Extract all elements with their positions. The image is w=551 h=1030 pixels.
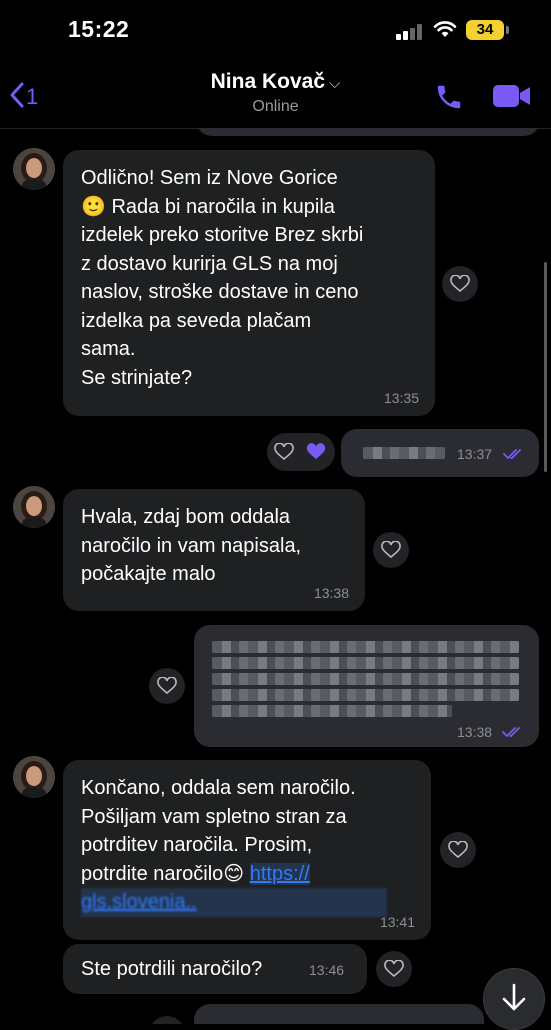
message-text: Končano, oddala sem naročilo. Pošiljam v…	[81, 774, 387, 917]
outgoing-message-partial	[194, 1004, 484, 1024]
heart-icon	[274, 443, 294, 461]
heart-icon	[450, 275, 470, 293]
chevron-down-icon: ⌵	[329, 75, 341, 92]
like-button[interactable]	[376, 951, 412, 987]
message-time: 13:35	[383, 390, 419, 406]
like-button[interactable]	[442, 266, 478, 302]
incoming-message[interactable]: Končano, oddala sem naročilo. Pošiljam v…	[63, 760, 431, 940]
avatar[interactable]	[13, 486, 55, 528]
message-time: 13:38	[313, 585, 349, 601]
phishing-link-cont[interactable]: gls.slovenia..	[81, 888, 387, 917]
cellular-signal-icon	[396, 24, 424, 40]
like-button[interactable]	[149, 1016, 185, 1024]
incoming-message[interactable]: Odlično! Sem iz Nove Gorice 🙂 Rada bi na…	[63, 150, 435, 416]
contact-status: Online	[252, 98, 299, 115]
avatar[interactable]	[13, 756, 55, 798]
battery-cap	[506, 26, 509, 34]
scroll-to-bottom-button[interactable]	[483, 968, 545, 1030]
incoming-message[interactable]: Hvala, zdaj bom oddala naročilo in vam n…	[63, 489, 365, 611]
status-time: 15:22	[68, 16, 130, 42]
contact-photo	[13, 756, 55, 798]
message-text: Hvala, zdaj bom oddala naročilo in vam n…	[81, 506, 302, 585]
like-button[interactable]	[440, 832, 476, 868]
message-time: 13:38	[457, 724, 493, 740]
double-check-icon	[502, 727, 520, 738]
message-time: 13:37	[457, 446, 493, 462]
wifi-icon	[433, 21, 457, 37]
contact-photo	[13, 148, 55, 190]
phone-icon[interactable]	[434, 82, 464, 112]
heart-icon	[448, 841, 468, 859]
message-bubble-partial	[196, 128, 540, 136]
status-bar: 15:22 34	[0, 0, 551, 58]
message-time: 13:41	[379, 914, 415, 930]
message-time: 13:46	[309, 962, 345, 978]
blurred-text	[212, 705, 452, 717]
message-list[interactable]: Odlično! Sem iz Nove Gorice 🙂 Rada bi na…	[0, 128, 551, 1024]
heart-icon	[384, 960, 404, 978]
message-text: Odlično! Sem iz Nove Gorice 🙂 Rada bi na…	[81, 167, 364, 389]
blurred-text	[212, 641, 519, 653]
contact-name[interactable]: Nina Kovač ⌵	[0, 70, 551, 94]
battery-indicator: 34	[466, 20, 504, 40]
blurred-text	[363, 447, 445, 459]
like-button[interactable]	[373, 532, 409, 568]
like-button[interactable]	[149, 668, 185, 704]
blurred-text	[212, 673, 519, 685]
outgoing-message[interactable]: 13:37	[341, 429, 539, 477]
incoming-message[interactable]: Ste potrdili naročilo? 13:46	[63, 944, 367, 994]
contact-photo	[13, 486, 55, 528]
message-text: Ste potrdili naročilo?	[81, 958, 263, 980]
outgoing-message[interactable]: 13:38	[194, 625, 539, 747]
blurred-text	[212, 657, 519, 669]
arrow-down-icon	[502, 983, 526, 1011]
purple-heart-icon	[306, 443, 326, 459]
contact-name-text: Nina Kovač	[210, 70, 325, 93]
phishing-link[interactable]: https://	[249, 862, 310, 885]
blurred-text	[212, 689, 519, 701]
heart-icon	[381, 541, 401, 559]
chat-header: 1 Nina Kovač ⌵ Online	[0, 58, 551, 129]
video-camera-icon[interactable]	[492, 82, 532, 110]
reaction-pill[interactable]	[267, 433, 335, 471]
double-check-icon	[503, 449, 521, 460]
heart-icon	[157, 677, 177, 695]
message-text-body: Končano, oddala sem naročilo. Pošiljam v…	[81, 777, 356, 885]
avatar[interactable]	[13, 148, 55, 190]
scrollbar[interactable]	[544, 262, 547, 472]
